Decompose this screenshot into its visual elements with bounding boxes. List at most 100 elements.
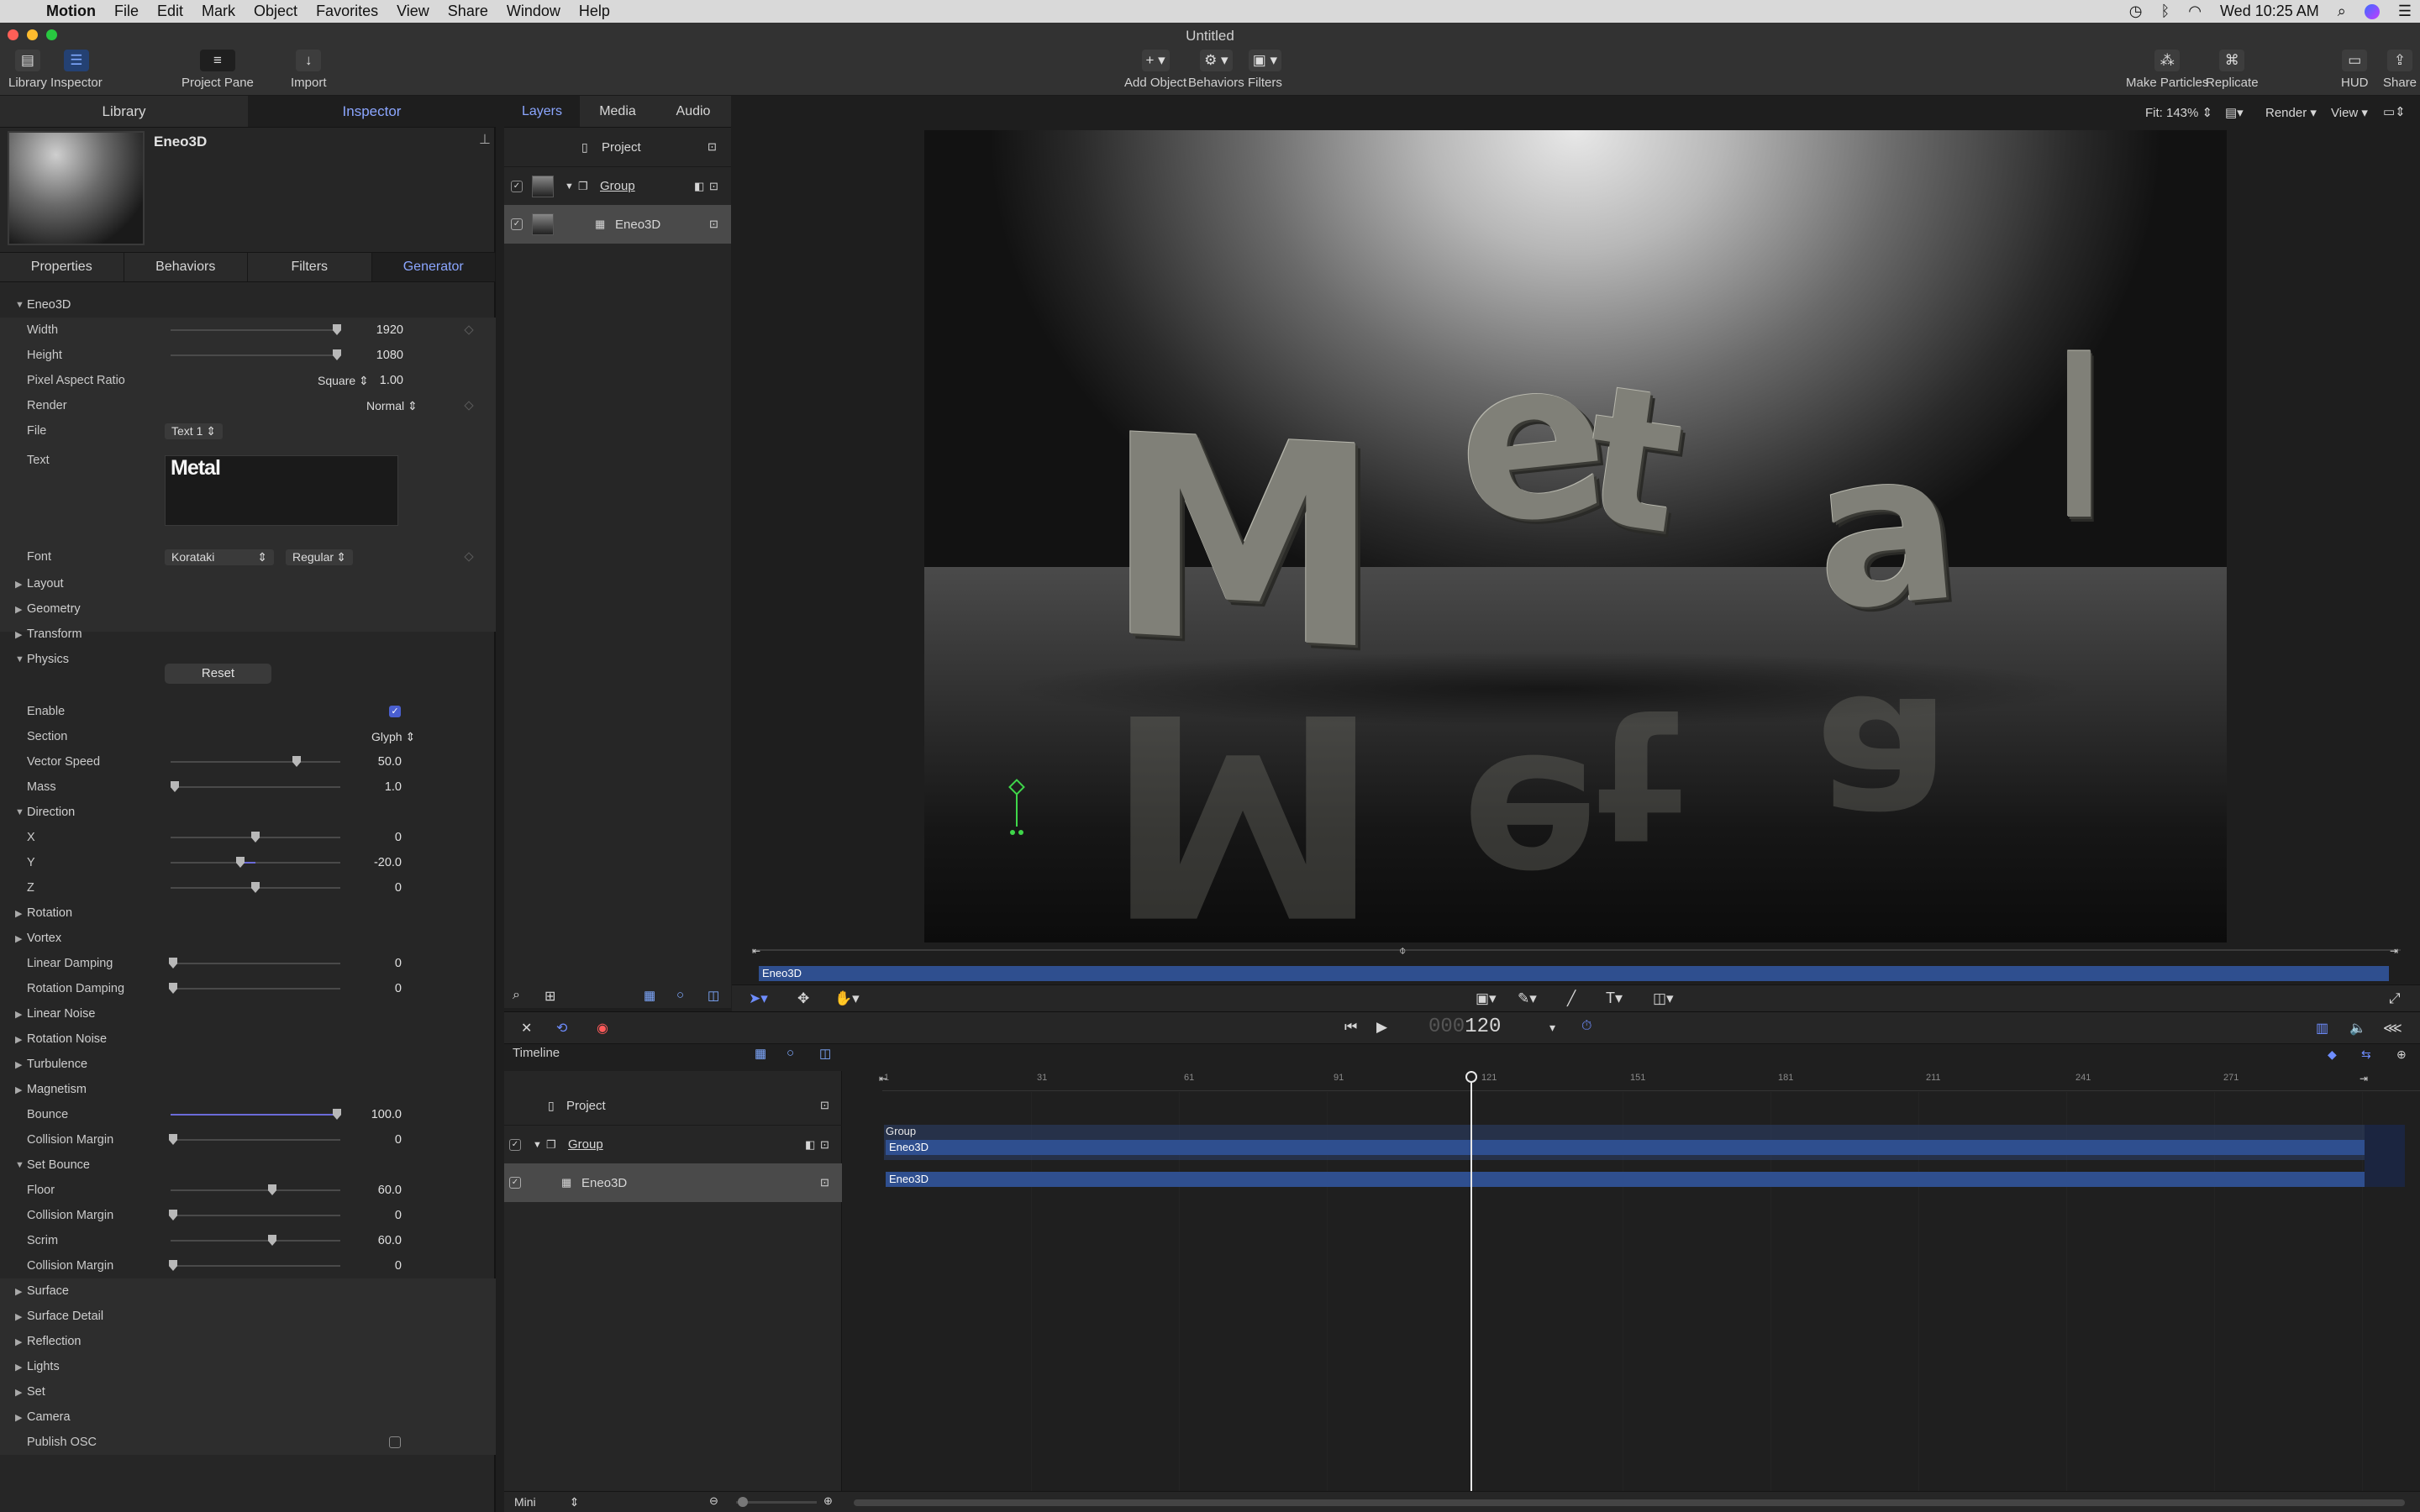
scrim-value[interactable]: 60.0 bbox=[378, 1234, 402, 1247]
show-behaviors-icon[interactable]: ○ bbox=[786, 1046, 794, 1060]
menu-edit[interactable]: Edit bbox=[148, 3, 192, 20]
font-family-popup[interactable]: Korataki ⇕ bbox=[165, 549, 274, 565]
playhead-handle-icon[interactable] bbox=[1465, 1071, 1477, 1083]
show-masks-icon[interactable]: ▦ bbox=[644, 988, 655, 1003]
import-button[interactable]: ↓ Import bbox=[291, 50, 327, 90]
mass-value[interactable]: 1.0 bbox=[385, 780, 402, 794]
project-pane-button[interactable]: ≡ Project Pane bbox=[182, 50, 254, 90]
menu-help[interactable]: Help bbox=[570, 3, 619, 20]
timeline-row-project[interactable]: ▯ Project ⊡ bbox=[504, 1086, 842, 1125]
tab-library[interactable]: Library bbox=[0, 96, 248, 127]
x-slider[interactable] bbox=[171, 832, 340, 843]
mini-playhead-icon[interactable]: ⌽ bbox=[1399, 943, 1406, 958]
slider-knob[interactable] bbox=[738, 1497, 748, 1507]
zoom-in-icon[interactable]: ⊕ bbox=[823, 1494, 833, 1508]
bluetooth-icon[interactable]: ᛒ bbox=[2160, 3, 2170, 20]
pin-icon[interactable]: ⊥ bbox=[479, 131, 491, 148]
group-transform[interactable]: ▶ Transform bbox=[0, 622, 496, 647]
slider-knob[interactable] bbox=[236, 857, 245, 868]
menu-share[interactable]: Share bbox=[439, 3, 497, 20]
slider-knob[interactable] bbox=[169, 1134, 177, 1145]
canvas-viewer[interactable]: M e t a l M e t a bbox=[924, 130, 2227, 942]
menu-view[interactable]: View bbox=[387, 3, 439, 20]
tab-media[interactable]: Media bbox=[580, 96, 655, 127]
text-tool-icon[interactable]: T▾ bbox=[1606, 990, 1623, 1007]
layer-row-project[interactable]: ▯ Project ⊡ bbox=[504, 128, 731, 166]
search-icon[interactable]: ⌕ bbox=[513, 988, 520, 1003]
timeline-view-icon[interactable]: ▥ bbox=[2316, 1020, 2328, 1037]
show-masks-icon[interactable]: ▦ bbox=[755, 1046, 766, 1061]
timeline-row-eneo3d[interactable]: ✓ ▦ Eneo3D ⊡ bbox=[504, 1163, 842, 1202]
render-popup-menu[interactable]: Render ▾ bbox=[2265, 105, 2317, 120]
timecode-display[interactable]: 000120 bbox=[1428, 1016, 1501, 1038]
group-magnetism[interactable]: ▶ Magnetism bbox=[0, 1077, 496, 1102]
group-camera[interactable]: ▶ Camera bbox=[0, 1404, 496, 1430]
vector-speed-slider[interactable] bbox=[171, 756, 340, 767]
linear-damping-slider[interactable] bbox=[169, 958, 340, 969]
menu-file[interactable]: File bbox=[105, 3, 148, 20]
replicate-button[interactable]: ⌘ Replicate bbox=[2206, 50, 2259, 90]
mini-timeline-clip[interactable]: Eneo3D bbox=[759, 966, 2389, 981]
group-2d-icon[interactable]: ◧ bbox=[694, 180, 704, 193]
wifi-icon[interactable]: ◠ bbox=[2188, 3, 2202, 20]
pan-tool-icon[interactable]: ✋▾ bbox=[834, 990, 860, 1007]
tab-audio[interactable]: Audio bbox=[655, 96, 731, 127]
linear-damping-value[interactable]: 0 bbox=[395, 957, 402, 970]
menu-favorites[interactable]: Favorites bbox=[307, 3, 387, 20]
color-channels-icon[interactable]: ▤▾ bbox=[2225, 105, 2244, 120]
y-slider[interactable] bbox=[171, 857, 340, 868]
mask-tool-icon[interactable]: ◫▾ bbox=[1653, 990, 1674, 1007]
shape-tool-icon[interactable]: ▣▾ bbox=[1476, 990, 1497, 1007]
timeline-scrollbar[interactable] bbox=[854, 1499, 2405, 1506]
show-filters-icon[interactable]: ◫ bbox=[819, 1046, 831, 1061]
collision-margin-value[interactable]: 0 bbox=[395, 1133, 402, 1147]
lock-icon[interactable]: ⊡ bbox=[820, 1176, 829, 1189]
library-button[interactable]: ▤ Library bbox=[8, 50, 47, 90]
keyframe-icon[interactable] bbox=[464, 325, 474, 335]
group-rotation-noise[interactable]: ▶ Rotation Noise bbox=[0, 1026, 496, 1052]
group-set[interactable]: ▶ Set bbox=[0, 1379, 496, 1404]
pixel-aspect-popup[interactable]: Square ⇕ bbox=[311, 373, 376, 389]
inspector-button[interactable]: ☰ Inspector bbox=[50, 50, 103, 90]
slider-knob[interactable] bbox=[268, 1184, 276, 1195]
bezier-tool-icon[interactable]: ✎▾ bbox=[1518, 990, 1537, 1007]
control-center-icon[interactable]: ☰ bbox=[2398, 3, 2412, 20]
timeline-playhead[interactable] bbox=[1470, 1071, 1472, 1491]
fullscreen-icon[interactable]: ⤢ bbox=[2389, 990, 2401, 1007]
behaviors-button[interactable]: ⚙ ▾ Behaviors bbox=[1188, 50, 1244, 90]
group-geometry[interactable]: ▶ Geometry bbox=[0, 596, 496, 622]
go-to-start-icon[interactable]: ⏮ bbox=[1344, 1019, 1357, 1036]
group-linear-noise[interactable]: ▶ Linear Noise bbox=[0, 1001, 496, 1026]
slider-knob[interactable] bbox=[251, 832, 260, 843]
view-popup-menu[interactable]: View ▾ bbox=[2331, 105, 2368, 120]
lock-icon[interactable]: ⊡ bbox=[820, 1099, 829, 1112]
height-slider[interactable] bbox=[171, 349, 341, 360]
scrim-collision-slider[interactable] bbox=[169, 1260, 340, 1271]
height-value[interactable]: 1080 bbox=[376, 349, 403, 362]
keyframe-editor-icon[interactable]: ⋘ bbox=[2383, 1020, 2402, 1037]
menu-mark[interactable]: Mark bbox=[192, 3, 245, 20]
width-slider[interactable] bbox=[171, 324, 341, 335]
menu-window[interactable]: Window bbox=[497, 3, 570, 20]
file-popup[interactable]: Text 1 ⇕ bbox=[165, 423, 223, 439]
group-rotation[interactable]: ▶ Rotation bbox=[0, 900, 496, 926]
loop-icon[interactable]: ⟲ bbox=[556, 1020, 567, 1037]
record-icon[interactable]: ◉ bbox=[597, 1020, 608, 1037]
rotation-damping-value[interactable]: 0 bbox=[395, 982, 402, 995]
bounce-slider[interactable] bbox=[171, 1109, 341, 1120]
slider-knob[interactable] bbox=[333, 324, 341, 335]
bounce-value[interactable]: 100.0 bbox=[371, 1108, 402, 1121]
time-machine-icon[interactable]: ◷ bbox=[2129, 3, 2143, 20]
collision-margin-slider[interactable] bbox=[169, 1134, 340, 1145]
mini-popup[interactable]: Mini ⇕ bbox=[514, 1495, 579, 1509]
play-icon[interactable]: ▶ bbox=[1376, 1019, 1387, 1036]
group-layer-bar[interactable]: Eneo3D bbox=[886, 1140, 2365, 1155]
add-layer-icon[interactable]: ⊞ bbox=[544, 988, 555, 1005]
zoom-icon[interactable]: ⊕ bbox=[2396, 1047, 2407, 1062]
publish-osc-checkbox[interactable] bbox=[389, 1436, 401, 1448]
show-filters-icon[interactable]: ◫ bbox=[708, 988, 719, 1003]
paint-stroke-tool-icon[interactable]: ╱ bbox=[1567, 990, 1576, 1007]
floor-collision-value[interactable]: 0 bbox=[395, 1209, 402, 1222]
group-visibility-checkbox[interactable]: ✓ bbox=[511, 181, 523, 192]
group-direction[interactable]: ▼ Direction bbox=[0, 800, 496, 825]
